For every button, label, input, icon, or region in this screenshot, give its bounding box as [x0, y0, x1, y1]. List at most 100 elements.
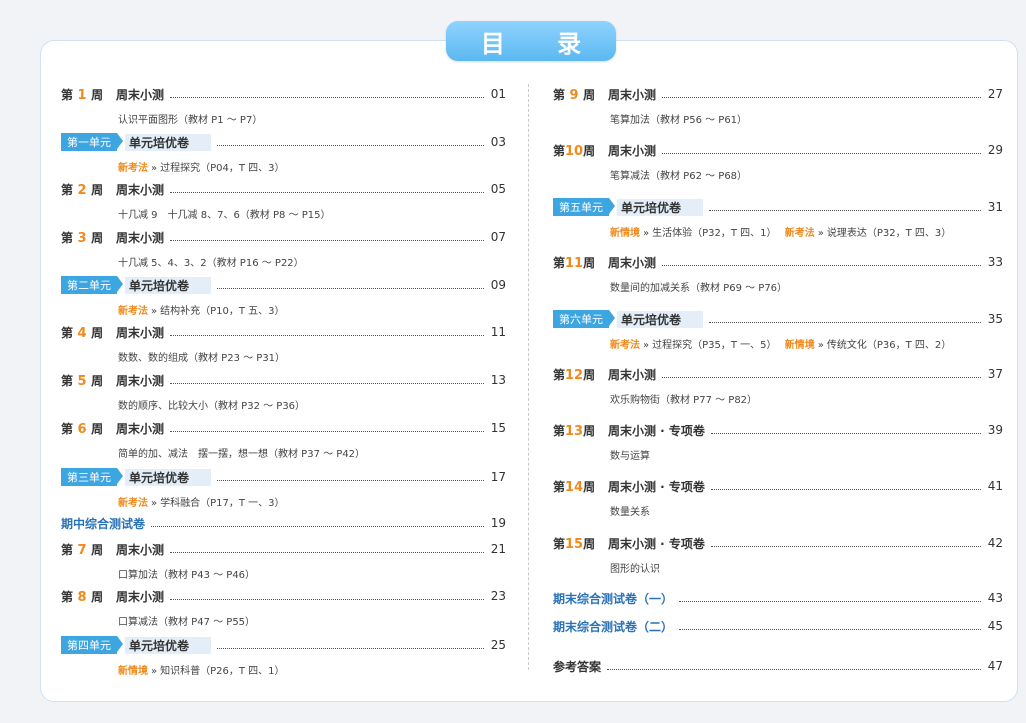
toc-entry[interactable]: 第六单元 单元培优卷 35: [553, 310, 1003, 328]
entry-subtitle: 笔算减法（教材 P62 ～ P68）: [610, 167, 747, 182]
toc-entry[interactable]: 第 9 周周末小测 27: [553, 85, 1003, 103]
unit-label: 第三单元: [61, 468, 123, 486]
page-number: 13: [490, 373, 506, 387]
page-number: 01: [490, 87, 506, 101]
dot-leader: [170, 191, 484, 193]
subtitle-text: 认识平面图形（教材 P1 ～ P7）: [118, 115, 263, 126]
chevron-icon: »: [643, 340, 650, 351]
week-prefix: 第: [553, 479, 566, 494]
entry-subtitle: 认识平面图形（教材 P1 ～ P7）: [118, 111, 262, 126]
toc-entry[interactable]: 第三单元 单元培优卷 17: [61, 468, 506, 486]
week-number: 8: [73, 589, 92, 605]
toc-entry[interactable]: 第一单元 单元培优卷 03: [61, 133, 506, 151]
dot-leader: [709, 209, 981, 211]
week-label: 第 3 周: [61, 229, 116, 246]
week-prefix: 第: [61, 230, 74, 245]
week-number: 15: [565, 536, 584, 552]
subtitle-text: 十几减 5、4、3、2（教材 P16 ～ P22）: [118, 258, 304, 269]
toc-entry[interactable]: 第 4 周周末小测 11: [61, 323, 506, 341]
week-prefix: 第: [553, 255, 566, 270]
entry-title: 周末小测: [608, 87, 657, 102]
page-number: 39: [987, 423, 1003, 437]
toc-entry[interactable]: 第五单元 单元培优卷 31: [553, 198, 1003, 216]
week-label: 第 4 周: [61, 324, 116, 341]
feature-tag: 新考法: [118, 306, 148, 317]
entry-title: 周末小测 · 专项卷: [608, 423, 705, 438]
dot-leader: [217, 287, 484, 289]
page-number: 11: [490, 325, 506, 339]
toc-entry[interactable]: 第 1 周周末小测 01: [61, 85, 506, 103]
entry-title: 参考答案: [553, 659, 602, 674]
toc-entry[interactable]: 期中综合测试卷 19: [61, 514, 506, 532]
toc-entry[interactable]: 第11周 周末小测 33: [553, 253, 1003, 271]
entry-title: 周末小测 · 专项卷: [608, 479, 705, 494]
week-number: 6: [73, 421, 92, 437]
subtitle-text: 过程探究（P04，T 四、3）: [160, 163, 285, 174]
page-number: 27: [987, 87, 1003, 101]
page-number: 47: [987, 659, 1003, 673]
toc-entry[interactable]: 第13周 周末小测 · 专项卷 39: [553, 421, 1003, 439]
subtitle-text: 说理表达（P32，T 四、3）: [826, 228, 952, 239]
week-suffix: 周: [583, 367, 596, 382]
dot-leader: [662, 152, 981, 154]
entry-subtitle: 图形的认识: [610, 560, 660, 575]
entry-subtitle: 新考法» 结构补充（P10，T 五、3）: [118, 302, 285, 317]
week-label: 第 1 周: [61, 86, 116, 103]
page-number: 45: [987, 619, 1003, 633]
toc-entry[interactable]: 第14周 周末小测 · 专项卷 41: [553, 477, 1003, 495]
entry-subtitle: 新考法» 过程探究（P04，T 四、3）: [118, 159, 285, 174]
toc-entry[interactable]: 第四单元 单元培优卷 25: [61, 636, 506, 654]
toc-entry[interactable]: 参考答案 47: [553, 657, 1003, 675]
page-number: 43: [987, 591, 1003, 605]
toc-entry[interactable]: 第 3 周周末小测 07: [61, 228, 506, 246]
toc-entry[interactable]: 第15周 周末小测 · 专项卷 42: [553, 534, 1003, 552]
toc-entry[interactable]: 第10周 周末小测 29: [553, 141, 1003, 159]
week-number: 1: [73, 87, 92, 103]
week-prefix: 第: [61, 542, 74, 557]
page-number: 21: [490, 542, 506, 556]
entry-subtitle: 数数、数的组成（教材 P23 ～ P31）: [118, 349, 285, 364]
week-prefix: 第: [61, 373, 74, 388]
entry-title: 期末综合测试卷（二）: [553, 619, 674, 634]
toc-entry[interactable]: 第12周 周末小测 37: [553, 365, 1003, 383]
toc-entry[interactable]: 第 6 周周末小测 15: [61, 419, 506, 437]
week-label: 第 8 周: [61, 588, 116, 605]
subtitle-text: 简单的加、减法 摆一摆，想一想（教材 P37 ～ P42）: [118, 449, 366, 460]
subtitle-text: 学科融合（P17，T 一、3）: [160, 498, 285, 509]
entry-subtitle: 简单的加、减法 摆一摆，想一想（教材 P37 ～ P42）: [118, 445, 365, 460]
week-suffix: 周: [91, 421, 104, 436]
entry-subtitle: 数的顺序、比较大小（教材 P32 ～ P36）: [118, 397, 305, 412]
page-number: 09: [490, 278, 506, 292]
subtitle-text: 数的顺序、比较大小（教材 P32 ～ P36）: [118, 401, 306, 412]
week-suffix: 周: [91, 230, 104, 245]
toc-entry[interactable]: 期末综合测试卷（二） 45: [553, 617, 1003, 635]
feature-tag: 新情境: [118, 666, 148, 677]
week-suffix: 周: [583, 536, 596, 551]
page-number: 17: [490, 470, 506, 484]
subtitle-text: 知识科普（P26，T 四、1）: [160, 666, 285, 677]
week-suffix: 周: [91, 87, 104, 102]
toc-entry[interactable]: 第 7 周周末小测 21: [61, 540, 506, 558]
week-number: 12: [565, 367, 584, 383]
entry-subtitle: 新考法» 过程探究（P35，T 一、5） 新情境» 传统文化（P36，T 四、2）: [610, 336, 951, 351]
toc-entry[interactable]: 第二单元 单元培优卷 09: [61, 276, 506, 294]
toc-entry[interactable]: 第 5 周周末小测 13: [61, 371, 506, 389]
week-prefix: 第: [553, 367, 566, 382]
week-suffix: 周: [91, 542, 104, 557]
feature-tag: 新情境: [610, 228, 640, 239]
week-label: 第 9 周: [553, 86, 608, 103]
week-label: 第 2 周: [61, 181, 116, 198]
entry-subtitle: 数量关系: [610, 503, 650, 518]
week-label: 第 5 周: [61, 372, 116, 389]
subtitle-text: 过程探究（P35，T 一、5）: [652, 340, 772, 351]
dot-leader: [710, 545, 981, 547]
toc-entry[interactable]: 第 2 周周末小测 05: [61, 180, 506, 198]
dot-leader: [662, 96, 981, 98]
dot-leader: [679, 600, 981, 602]
toc-entry[interactable]: 期末综合测试卷（一） 43: [553, 589, 1003, 607]
week-number: 11: [565, 255, 584, 271]
entry-title: 周末小测 · 专项卷: [608, 536, 705, 551]
toc-entry[interactable]: 第 8 周周末小测 23: [61, 587, 506, 605]
subtitle-text: 笔算减法（教材 P62 ～ P68）: [610, 171, 748, 182]
page-number: 35: [987, 312, 1003, 326]
